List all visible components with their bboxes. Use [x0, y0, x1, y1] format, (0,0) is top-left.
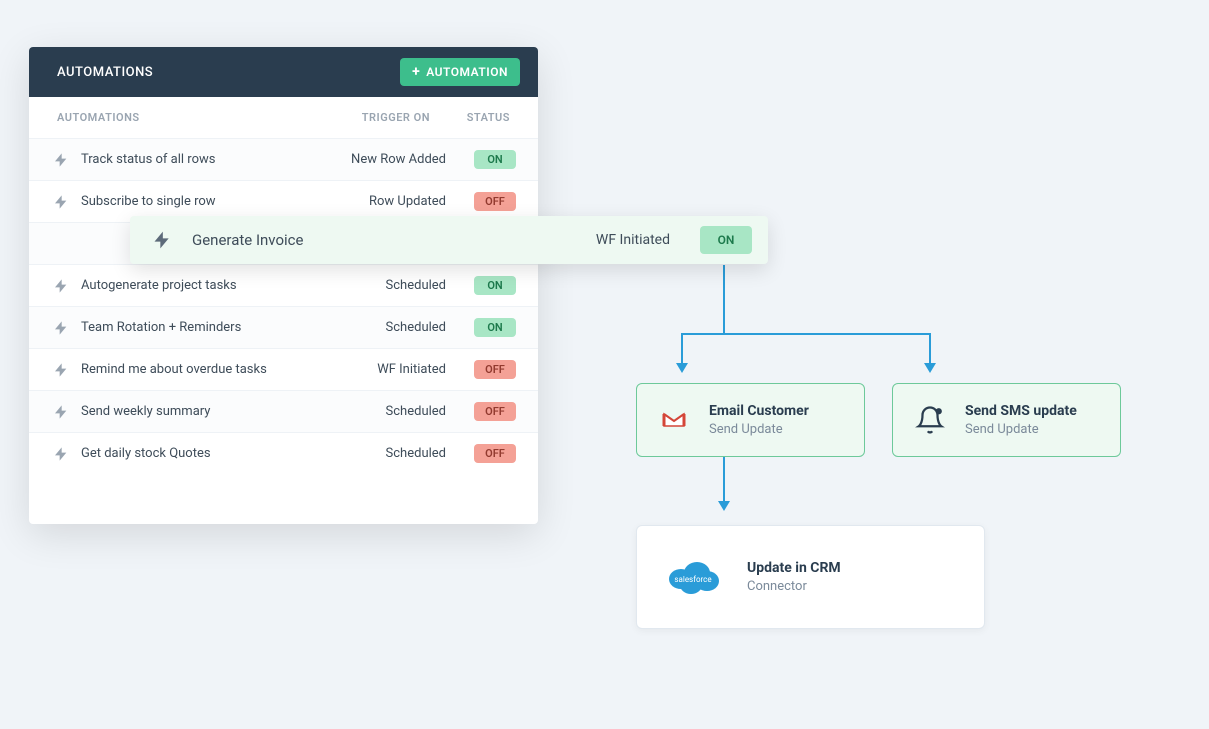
automations-panel: AUTOMATIONS + AUTOMATION AUTOMATIONS TRI…	[29, 47, 538, 524]
svg-text:salesforce: salesforce	[674, 575, 711, 584]
lightning-icon	[53, 362, 69, 378]
plus-icon: +	[412, 64, 420, 80]
action-title: Update in CRM	[747, 560, 841, 576]
lightning-icon	[53, 446, 69, 462]
row-trigger: Scheduled	[316, 404, 446, 419]
row-trigger: Scheduled	[316, 320, 446, 335]
add-automation-button[interactable]: + AUTOMATION	[400, 58, 520, 86]
row-trigger: Scheduled	[316, 446, 446, 461]
action-title: Send SMS update	[965, 403, 1077, 419]
automation-row[interactable]: Send weekly summary Scheduled OFF	[29, 390, 538, 432]
row-trigger: New Row Added	[316, 152, 446, 167]
row-trigger: Row Updated	[316, 194, 446, 209]
status-badge[interactable]: OFF	[474, 444, 516, 463]
bell-icon	[913, 403, 947, 437]
action-card-sms[interactable]: Send SMS update Send Update	[892, 383, 1121, 457]
action-title: Email Customer	[709, 403, 809, 419]
row-name: Team Rotation + Reminders	[81, 320, 316, 335]
flow-connector	[723, 265, 725, 333]
arrow-icon	[924, 363, 936, 373]
action-card-email[interactable]: Email Customer Send Update	[636, 383, 865, 457]
gmail-icon	[657, 403, 691, 437]
lightning-icon	[53, 320, 69, 336]
action-subtitle: Connector	[747, 579, 841, 594]
automations-list: Track status of all rows New Row Added O…	[29, 138, 538, 524]
panel-title: AUTOMATIONS	[57, 65, 153, 80]
lightning-icon	[53, 404, 69, 420]
status-badge[interactable]: ON	[474, 150, 516, 169]
action-card-crm[interactable]: salesforce Update in CRM Connector	[636, 525, 985, 629]
flow-connector	[681, 333, 931, 335]
status-badge[interactable]: OFF	[474, 192, 516, 211]
row-trigger: Scheduled	[316, 278, 446, 293]
row-name: Remind me about overdue tasks	[81, 362, 316, 377]
automation-row[interactable]: Get daily stock Quotes Scheduled OFF	[29, 432, 538, 474]
lightning-icon	[53, 278, 69, 294]
header-automations: AUTOMATIONS	[57, 111, 300, 124]
row-name: Get daily stock Quotes	[81, 446, 316, 461]
highlighted-automation-row[interactable]: Generate Invoice WF Initiated ON	[130, 216, 768, 264]
row-trigger: WF Initiated	[316, 362, 446, 377]
table-header: AUTOMATIONS TRIGGER ON STATUS	[29, 97, 538, 138]
action-subtitle: Send Update	[709, 422, 809, 437]
arrow-icon	[676, 363, 688, 373]
status-badge[interactable]: ON	[700, 226, 752, 254]
row-name: Track status of all rows	[81, 152, 316, 167]
status-badge[interactable]: OFF	[474, 360, 516, 379]
row-name: Autogenerate project tasks	[81, 278, 316, 293]
status-badge[interactable]: ON	[474, 318, 516, 337]
status-badge[interactable]: ON	[474, 276, 516, 295]
lightning-icon	[53, 194, 69, 210]
automation-row[interactable]: Track status of all rows New Row Added O…	[29, 138, 538, 180]
flow-connector	[723, 457, 725, 505]
status-badge[interactable]: OFF	[474, 402, 516, 421]
lightning-icon	[53, 152, 69, 168]
salesforce-icon: salesforce	[663, 555, 723, 599]
row-trigger: WF Initiated	[596, 232, 670, 248]
header-status: STATUS	[450, 111, 510, 124]
arrow-icon	[718, 501, 730, 511]
automation-row[interactable]: Autogenerate project tasks Scheduled ON	[29, 264, 538, 306]
panel-header: AUTOMATIONS + AUTOMATION	[29, 47, 538, 97]
row-name: Send weekly summary	[81, 404, 316, 419]
lightning-icon	[152, 230, 172, 250]
automation-row[interactable]: Team Rotation + Reminders Scheduled ON	[29, 306, 538, 348]
automation-row[interactable]: Remind me about overdue tasks WF Initiat…	[29, 348, 538, 390]
header-trigger: TRIGGER ON	[300, 111, 430, 124]
action-subtitle: Send Update	[965, 422, 1077, 437]
add-automation-label: AUTOMATION	[426, 65, 508, 79]
row-name: Subscribe to single row	[81, 194, 316, 209]
row-name: Generate Invoice	[192, 231, 596, 249]
